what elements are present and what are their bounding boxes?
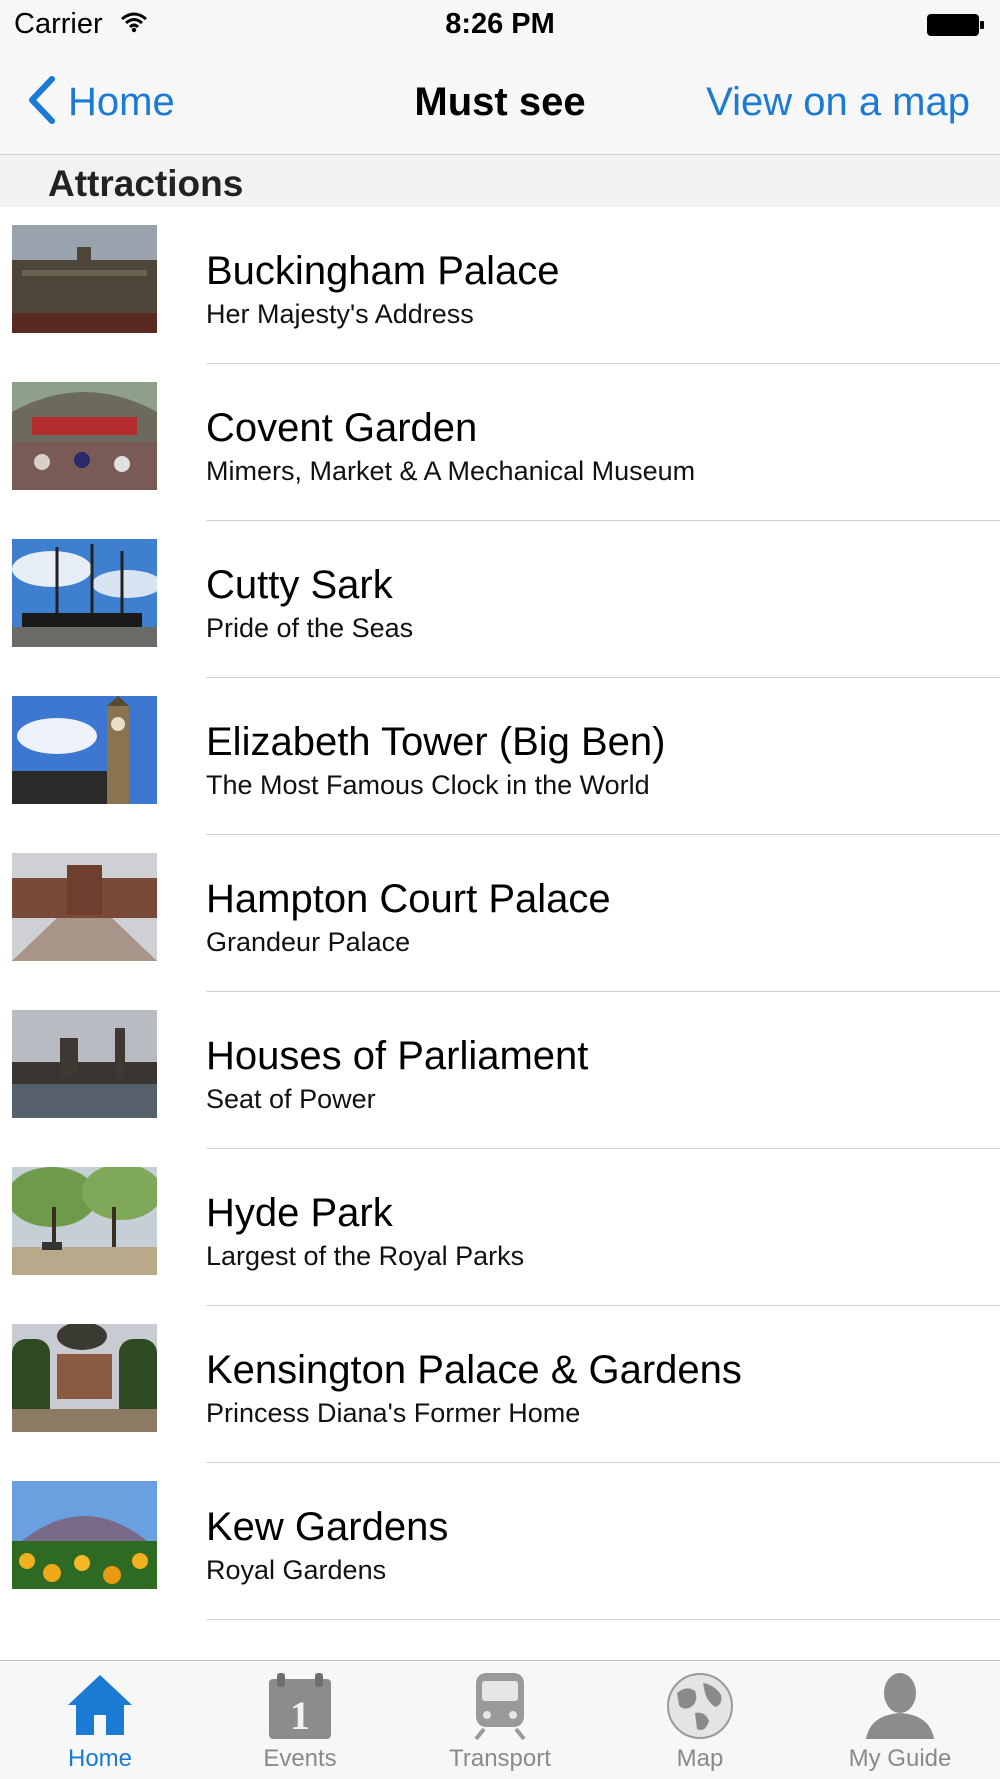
thumbnail-image — [12, 1481, 157, 1589]
view-on-map-button[interactable]: View on a map — [706, 80, 970, 125]
attraction-subtitle: Mimers, Market & A Mechanical Museum — [206, 456, 696, 486]
attraction-subtitle: Largest of the Royal Parks — [206, 1241, 525, 1271]
list-item[interactable]: Elizabeth Tower (Big Ben) The Most Famou… — [0, 678, 1000, 835]
thumbnail-image — [12, 1010, 157, 1118]
list-item[interactable]: Kew Gardens Royal Gardens — [0, 1463, 1000, 1620]
thumbnail-image — [12, 696, 157, 804]
tab-my-guide[interactable]: My Guide — [800, 1661, 1000, 1779]
thumbnail-image — [12, 853, 157, 961]
section-title: Attractions — [48, 163, 244, 204]
status-time: 8:26 PM — [445, 8, 555, 40]
attraction-subtitle: The Most Famous Clock in the World — [206, 770, 650, 800]
thumbnail-image — [12, 382, 157, 490]
attraction-title: Cutty Sark — [206, 563, 393, 607]
battery-icon — [926, 12, 986, 43]
svg-text:1: 1 — [290, 1693, 310, 1738]
person-icon — [862, 1671, 938, 1746]
list-item[interactable]: Houses of Parliament Seat of Power — [0, 992, 1000, 1149]
tab-bar: Home 1 Events Transport Map My Guide — [0, 1660, 1000, 1779]
attraction-subtitle: Royal Gardens — [206, 1555, 387, 1585]
tab-events[interactable]: 1 Events — [200, 1661, 400, 1779]
attraction-title: Kensington Palace & Gardens — [206, 1348, 742, 1392]
attraction-subtitle: Seat of Power — [206, 1084, 376, 1114]
back-label: Home — [68, 79, 175, 124]
status-bar: Carrier 8:26 PM — [0, 0, 1000, 50]
thumbnail-image — [12, 1324, 157, 1432]
list-item[interactable]: Buckingham Palace Her Majesty's Address — [0, 207, 1000, 364]
list-item[interactable]: Hampton Court Palace Grandeur Palace — [0, 835, 1000, 992]
attraction-title: Hampton Court Palace — [206, 877, 611, 921]
tab-transport[interactable]: Transport — [400, 1661, 600, 1779]
tab-label: Transport — [449, 1745, 551, 1772]
row-divider — [206, 1619, 1000, 1620]
list-item[interactable]: Cutty Sark Pride of the Seas — [0, 521, 1000, 678]
attraction-title: Buckingham Palace — [206, 249, 560, 293]
chevron-left-icon — [26, 75, 56, 130]
attraction-subtitle: Her Majesty's Address — [206, 299, 474, 329]
attraction-subtitle: Princess Diana's Former Home — [206, 1398, 581, 1428]
globe-icon — [665, 1671, 735, 1746]
thumbnail-image — [12, 1167, 157, 1275]
tab-map[interactable]: Map — [600, 1661, 800, 1779]
calendar-icon: 1 — [267, 1671, 333, 1746]
attraction-title: Elizabeth Tower (Big Ben) — [206, 720, 666, 764]
attraction-title: Covent Garden — [206, 406, 478, 450]
attraction-title: Hyde Park — [206, 1191, 393, 1235]
section-header: Attractions — [0, 155, 1000, 207]
attraction-title: Kew Gardens — [206, 1505, 449, 1549]
attraction-subtitle: Grandeur Palace — [206, 927, 411, 957]
attractions-list: Buckingham Palace Her Majesty's Address … — [0, 207, 1000, 1620]
tab-label: Map — [676, 1745, 724, 1772]
train-icon — [470, 1671, 530, 1746]
tab-label: Events — [263, 1745, 337, 1772]
tab-label: My Guide — [848, 1745, 952, 1772]
thumbnail-image — [12, 539, 157, 647]
tab-label: Home — [67, 1745, 133, 1772]
list-item[interactable]: Hyde Park Largest of the Royal Parks — [0, 1149, 1000, 1306]
attraction-subtitle: Pride of the Seas — [206, 613, 414, 643]
attraction-title: Houses of Parliament — [206, 1034, 589, 1078]
list-item[interactable]: Kensington Palace & Gardens Princess Dia… — [0, 1306, 1000, 1463]
navigation-bar: Home Must see View on a map — [0, 50, 1000, 155]
tab-home[interactable]: Home — [0, 1661, 200, 1779]
thumbnail-image — [12, 225, 157, 333]
list-item[interactable]: Covent Garden Mimers, Market & A Mechani… — [0, 364, 1000, 521]
home-icon — [64, 1671, 136, 1742]
back-button[interactable]: Home — [26, 74, 175, 130]
